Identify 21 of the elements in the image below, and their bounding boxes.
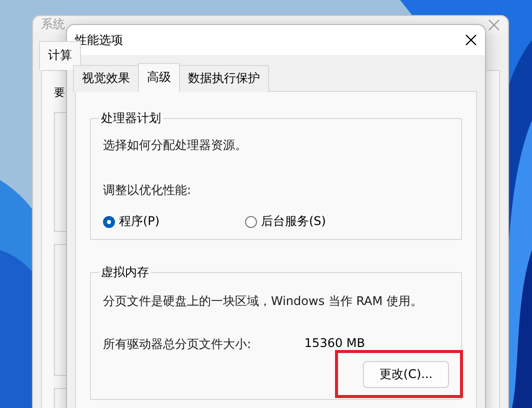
radio-label[interactable]: 后台服务(S): [261, 213, 326, 230]
radio-option[interactable]: 程序(P): [103, 213, 245, 230]
prompt-label: 调整以优化性能:: [103, 182, 192, 199]
group-title: 虚拟内存: [100, 264, 150, 281]
change-button[interactable]: 更改(C)...: [363, 361, 449, 388]
tab[interactable]: 计算: [39, 41, 81, 70]
close-icon[interactable]: [465, 34, 477, 46]
window-title: 系统: [41, 16, 65, 33]
section-heading: 要: [54, 85, 65, 100]
description-text: 选择如何分配处理器资源。: [103, 137, 248, 154]
tab[interactable]: 视觉效果: [73, 65, 139, 92]
tab[interactable]: 数据执行保护: [179, 65, 269, 92]
total-label: 所有驱动器总分页文件大小:: [103, 336, 252, 353]
radio-icon[interactable]: [245, 216, 257, 228]
radio-icon[interactable]: [103, 216, 115, 228]
radio-option[interactable]: 后台服务(S): [245, 213, 387, 230]
description-text: 分页文件是硬盘上的一块区域，Windows 当作 RAM 使用。: [103, 293, 424, 310]
group-title: 处理器计划: [100, 110, 162, 127]
tab[interactable]: 高级: [138, 63, 180, 92]
total-value: 15360 MB: [304, 336, 365, 352]
radio-label[interactable]: 程序(P): [119, 213, 160, 230]
